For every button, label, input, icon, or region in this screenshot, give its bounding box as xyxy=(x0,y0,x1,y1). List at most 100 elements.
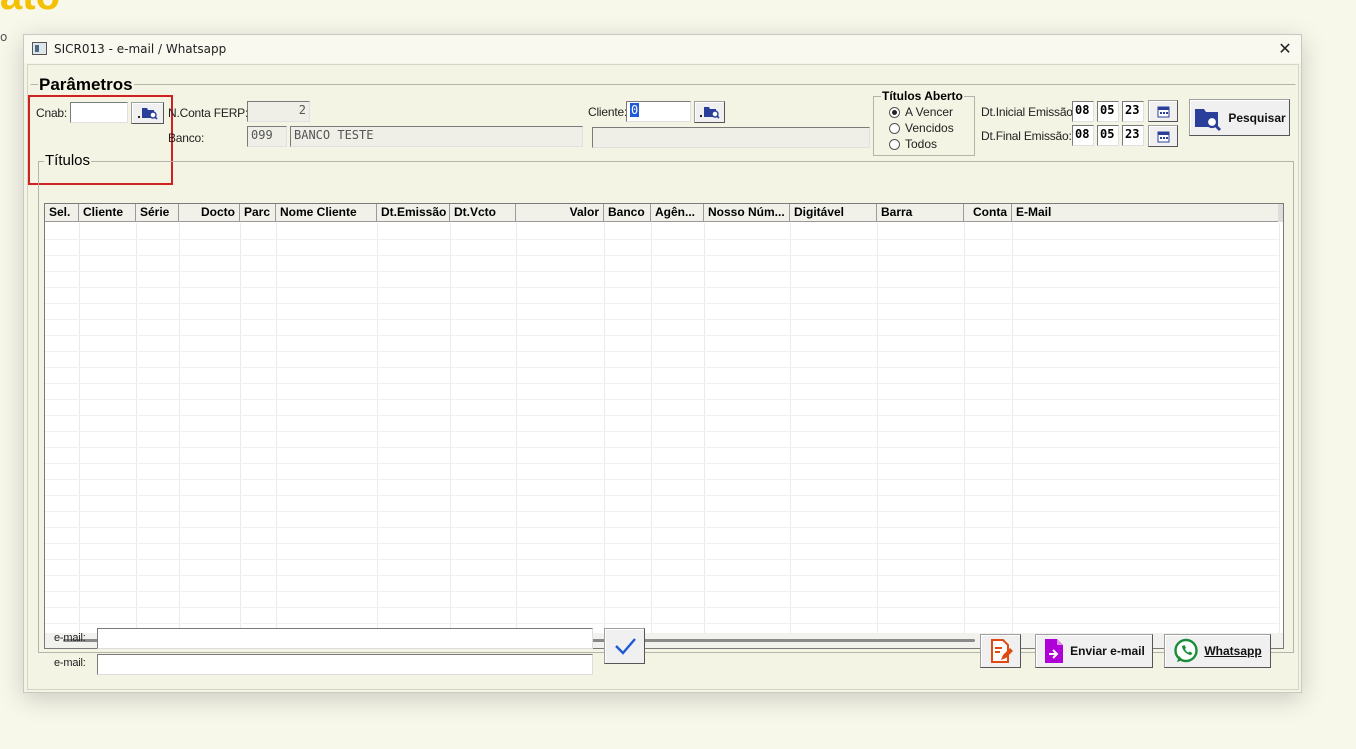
pesquisar-button[interactable]: Pesquisar xyxy=(1189,99,1290,136)
grid-col-line xyxy=(179,223,180,633)
cliente-lookup-button[interactable] xyxy=(694,101,725,123)
grid-row-line xyxy=(45,463,1279,464)
dt-inicial-calendar-button[interactable] xyxy=(1148,100,1178,122)
col-header-banco[interactable]: Banco xyxy=(604,204,651,222)
nconta-label: N.Conta FERP: xyxy=(168,106,249,120)
grid-col-line xyxy=(1279,223,1280,633)
grid-col-line xyxy=(964,223,965,633)
dt-final-label: Dt.Final Emissão: xyxy=(981,129,1072,143)
dt-inicial-day[interactable]: 08 xyxy=(1072,101,1094,122)
grid-col-line xyxy=(136,223,137,633)
titulos-legend: Títulos xyxy=(44,152,92,169)
cnab-label: Cnab: xyxy=(36,106,68,120)
titulos-grid[interactable]: Sel. Cliente Série Docto Parc Nome Clien… xyxy=(44,203,1284,649)
whatsapp-button[interactable]: Whatsapp xyxy=(1164,634,1271,668)
grid-col-line xyxy=(377,223,378,633)
col-header-barra[interactable]: Barra xyxy=(877,204,964,222)
whatsapp-icon xyxy=(1174,638,1199,663)
radio-dot xyxy=(889,122,900,134)
grid-col-line xyxy=(240,223,241,633)
calendar-icon xyxy=(1157,131,1169,142)
send-document-icon xyxy=(1045,639,1064,663)
dt-final-year[interactable]: 23 xyxy=(1122,125,1144,146)
grid-row-line xyxy=(45,367,1279,368)
dt-final-month[interactable]: 05 xyxy=(1097,125,1119,146)
grid-row-line xyxy=(45,351,1279,352)
confirm-button[interactable] xyxy=(604,628,645,664)
email-field-1[interactable] xyxy=(97,628,593,649)
cliente-value: 0 xyxy=(630,103,640,117)
grid-col-line xyxy=(276,223,277,633)
enviar-email-label: Enviar e-mail xyxy=(1070,644,1145,658)
dt-inicial-year[interactable]: 23 xyxy=(1122,101,1144,122)
title-bar[interactable]: SICR013 - e-mail / Whatsapp ✕ xyxy=(24,35,1301,63)
radio-label: Vencidos xyxy=(905,121,954,135)
radio-a-vencer[interactable]: A Vencer xyxy=(889,105,953,119)
calendar-icon xyxy=(1157,106,1169,117)
grid-row-line xyxy=(45,511,1279,512)
grid-col-line xyxy=(704,223,705,633)
cnab-input[interactable] xyxy=(70,102,128,123)
banco-name-field: BANCO TESTE xyxy=(290,126,583,147)
titulos-aberto-legend: Títulos Aberto xyxy=(881,89,964,103)
cliente-name-field xyxy=(592,127,870,148)
grid-row-line xyxy=(45,623,1279,624)
grid-col-line xyxy=(790,223,791,633)
grid-row-line xyxy=(45,303,1279,304)
grid-col-line xyxy=(450,223,451,633)
email-label-2: e-mail: xyxy=(54,657,86,669)
grid-row-line xyxy=(45,527,1279,528)
grid-col-line xyxy=(1012,223,1013,633)
grid-row-line xyxy=(45,255,1279,256)
grid-row-line xyxy=(45,319,1279,320)
col-header-docto[interactable]: Docto xyxy=(179,204,240,222)
edit-document-icon xyxy=(990,639,1013,663)
radio-todos[interactable]: Todos xyxy=(889,137,937,151)
client-area: Parâmetros Cnab: N.Conta FERP: 2 Banco: … xyxy=(27,64,1299,690)
col-header-dt-vcto[interactable]: Dt.Vcto xyxy=(450,204,516,222)
grid-header: Sel. Cliente Série Docto Parc Nome Clien… xyxy=(45,204,1283,222)
grid-row-line xyxy=(45,607,1279,608)
col-header-email[interactable]: E-Mail xyxy=(1012,204,1279,222)
grid-row-line xyxy=(45,543,1279,544)
folder-search-icon xyxy=(1195,108,1222,131)
grid-row-line xyxy=(45,335,1279,336)
enviar-email-button[interactable]: Enviar e-mail xyxy=(1035,634,1153,668)
dt-final-calendar-button[interactable] xyxy=(1148,125,1178,147)
parametros-legend: Parâmetros xyxy=(38,75,134,95)
main-window: SICR013 - e-mail / Whatsapp ✕ Parâmetros… xyxy=(23,34,1302,693)
grid-col-line xyxy=(604,223,605,633)
app-icon xyxy=(32,42,47,55)
col-header-nosso-numero[interactable]: Nosso Núm... xyxy=(704,204,790,222)
cnab-lookup-button[interactable] xyxy=(131,102,164,124)
radio-label: A Vencer xyxy=(905,105,954,119)
col-header-agencia[interactable]: Agên... xyxy=(651,204,704,222)
radio-dot xyxy=(889,106,900,118)
col-header-digitavel[interactable]: Digitável xyxy=(790,204,877,222)
grid-row-line xyxy=(45,575,1279,576)
email-field-2[interactable] xyxy=(97,654,593,675)
col-header-parc[interactable]: Parc xyxy=(240,204,276,222)
cliente-input[interactable]: 0 xyxy=(626,101,691,122)
col-header-cliente[interactable]: Cliente xyxy=(79,204,136,222)
grid-col-line xyxy=(877,223,878,633)
grid-row-line xyxy=(45,383,1279,384)
col-header-nome-cliente[interactable]: Nome Cliente xyxy=(276,204,377,222)
dt-inicial-month[interactable]: 05 xyxy=(1097,101,1119,122)
grid-row-line xyxy=(45,431,1279,432)
col-header-sel[interactable]: Sel. xyxy=(45,204,79,222)
dt-inicial-label: Dt.Inicial Emissão: xyxy=(981,105,1076,119)
grid-row-line xyxy=(45,287,1279,288)
grid-header-end xyxy=(1278,204,1283,222)
edit-document-button[interactable] xyxy=(980,634,1021,668)
col-header-serie[interactable]: Série xyxy=(136,204,179,222)
grid-col-line xyxy=(516,223,517,633)
banco-label: Banco: xyxy=(168,131,205,145)
radio-dot xyxy=(889,138,900,150)
radio-vencidos[interactable]: Vencidos xyxy=(889,121,954,135)
col-header-conta[interactable]: Conta xyxy=(964,204,1012,222)
col-header-valor[interactable]: Valor xyxy=(516,204,604,222)
dt-final-day[interactable]: 08 xyxy=(1072,125,1094,146)
close-button[interactable]: ✕ xyxy=(1275,39,1295,59)
col-header-dt-emissao[interactable]: Dt.Emissão xyxy=(377,204,450,222)
